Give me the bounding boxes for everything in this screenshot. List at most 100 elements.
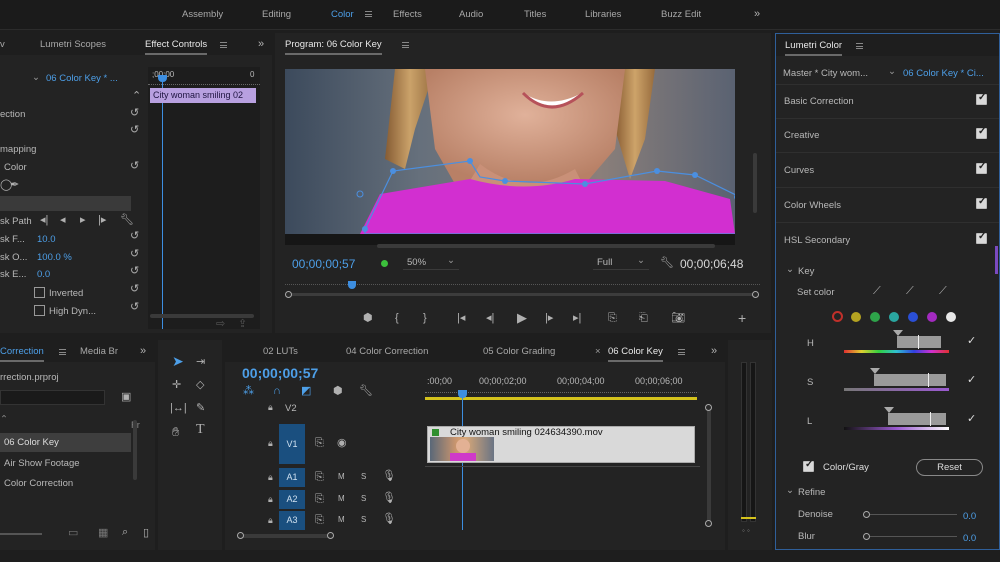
eyedropper-icon[interactable]: ⟋: [873, 286, 881, 297]
track-forward-icon[interactable]: |▸: [98, 215, 106, 226]
mini-playhead[interactable]: [162, 75, 163, 329]
work-area-bar[interactable]: [425, 397, 697, 400]
color-wheels-checkbox[interactable]: [976, 196, 987, 209]
scroll-handle[interactable]: [705, 404, 712, 411]
microphone-icon[interactable]: 🎙︎: [382, 493, 396, 504]
video-frame[interactable]: [285, 69, 735, 234]
sort-chevron[interactable]: ⌃: [0, 414, 8, 425]
mask-opacity-value[interactable]: 100.0 %: [37, 252, 72, 263]
section-color-wheels[interactable]: Color Wheels: [784, 200, 841, 211]
saturation-slider[interactable]: [844, 368, 949, 396]
reset-icon[interactable]: ⌃: [132, 91, 141, 102]
scrubber-right-handle[interactable]: [752, 291, 759, 298]
lift-icon[interactable]: ⎘: [608, 313, 617, 324]
filter-icon[interactable]: ⇨: [216, 319, 225, 330]
extract-icon[interactable]: ⎗: [639, 313, 648, 324]
eyedropper-subtract-icon[interactable]: ⟋: [939, 286, 947, 297]
ripple-edit-tool-icon[interactable]: ✛: [172, 380, 181, 391]
type-tool-icon[interactable]: T: [196, 423, 205, 437]
reset-icon[interactable]: ↺: [130, 108, 139, 119]
new-bin-icon[interactable]: ▣: [121, 392, 131, 403]
mini-timeline[interactable]: ;00;00 0 City woman smiling 02: [148, 67, 260, 329]
camera-icon[interactable]: 📷︎: [671, 313, 685, 324]
razor-tool-icon[interactable]: ◇: [196, 380, 204, 391]
source-dropdown-chevron[interactable]: ⌄: [32, 72, 40, 83]
hand-tool-icon[interactable]: ✋︎: [172, 425, 179, 438]
swatch-magenta[interactable]: [927, 312, 937, 322]
solo-button[interactable]: S: [361, 472, 366, 481]
sequence-label[interactable]: 06 Color Key * ...: [46, 73, 118, 84]
swatch-green[interactable]: [870, 312, 880, 322]
track-target-a3[interactable]: A3: [279, 511, 305, 530]
monitor-hscroll[interactable]: [377, 244, 715, 248]
mark-in-icon[interactable]: {: [395, 313, 399, 324]
add-marker-icon[interactable]: ◩: [301, 386, 311, 397]
microphone-icon[interactable]: 🎙︎: [382, 514, 396, 525]
monitor-scrubber[interactable]: [285, 277, 760, 298]
project-item[interactable]: Air Show Footage: [4, 458, 80, 469]
eyedropper-add-icon[interactable]: ⟋: [906, 286, 914, 297]
tab-sequence-06[interactable]: 06 Color Key: [608, 346, 663, 362]
mask-row-highlight[interactable]: [0, 196, 131, 211]
mark-out-icon[interactable]: }: [423, 313, 427, 324]
snap-icon[interactable]: ⁂: [243, 386, 254, 397]
tab-close-icon[interactable]: ×: [595, 346, 601, 357]
sequence-clip-label[interactable]: 06 Color Key * Ci...: [903, 68, 984, 79]
scrubber-playhead[interactable]: [348, 281, 356, 289]
tab-sequence-02[interactable]: 02 LUTs: [263, 346, 298, 357]
marker-icon[interactable]: ⬢: [333, 386, 343, 397]
track-target-a2[interactable]: A2: [279, 490, 305, 509]
hue-enable-check[interactable]: ✓: [967, 336, 976, 347]
panel-menu-icon[interactable]: [402, 42, 409, 48]
tab-project[interactable]: Correction: [0, 346, 44, 362]
mute-button[interactable]: M: [338, 472, 345, 481]
color-gray-checkbox[interactable]: [803, 459, 814, 472]
workspace-libraries[interactable]: Libraries: [585, 9, 621, 20]
project-scrollbar[interactable]: [133, 420, 137, 480]
lock-icon[interactable]: 🔒︎: [268, 472, 273, 483]
timeline-playhead-head[interactable]: [458, 390, 467, 398]
panel-menu-icon[interactable]: [678, 349, 685, 355]
hue-slider[interactable]: [844, 330, 949, 358]
wrench-icon[interactable]: 🔧︎: [120, 215, 134, 226]
selection-tool-icon[interactable]: ➤: [172, 354, 184, 368]
saturation-handle[interactable]: [870, 368, 880, 374]
list-view-icon[interactable]: ▭: [68, 528, 78, 539]
timeline-hscroll[interactable]: [239, 534, 331, 538]
swatch-yellow[interactable]: [851, 312, 861, 322]
double-chevron-right-icon[interactable]: »: [711, 346, 717, 357]
playhead-timecode[interactable]: 00;00;00;57: [292, 257, 355, 271]
mini-playhead-head[interactable]: [158, 75, 167, 82]
basic-correction-checkbox[interactable]: [976, 92, 987, 105]
wrench-icon[interactable]: 🔧︎: [359, 386, 373, 397]
reset-icon[interactable]: ↺: [130, 249, 139, 260]
section-hsl-secondary[interactable]: HSL Secondary: [784, 235, 850, 246]
blur-knob[interactable]: [863, 533, 870, 540]
wrench-icon[interactable]: 🔧︎: [660, 258, 674, 269]
project-zoom-slider[interactable]: [0, 533, 42, 535]
swatch-white[interactable]: [946, 312, 956, 322]
zoom-dropdown[interactable]: 50% ⌄: [403, 255, 459, 270]
sync-lock-icon[interactable]: ⎘: [315, 472, 324, 483]
lock-icon[interactable]: 🔒︎: [268, 402, 273, 413]
double-chevron-right-icon[interactable]: »: [140, 346, 146, 357]
double-chevron-right-icon[interactable]: »: [258, 39, 264, 50]
step-forward-icon[interactable]: |▸: [545, 313, 553, 324]
step-forward-icon[interactable]: ▸: [80, 215, 86, 226]
scroll-handle[interactable]: [327, 532, 334, 539]
pen-tool-icon[interactable]: ✎: [196, 403, 205, 414]
linked-selection-icon[interactable]: ∩: [273, 386, 281, 397]
section-curves[interactable]: Curves: [784, 165, 814, 176]
track-target-a1[interactable]: A1: [279, 468, 305, 487]
luminance-slider[interactable]: [844, 407, 949, 435]
workspace-effects[interactable]: Effects: [393, 9, 422, 20]
high-dynamic-checkbox[interactable]: [34, 305, 45, 316]
step-back-icon[interactable]: ◂|: [486, 313, 494, 324]
creative-checkbox[interactable]: [976, 126, 987, 139]
swatch-red[interactable]: [832, 311, 843, 322]
mini-clip[interactable]: City woman smiling 02: [150, 88, 256, 103]
lock-icon[interactable]: 🔒︎: [268, 494, 273, 505]
tab-media-browser[interactable]: Media Br: [80, 346, 118, 357]
lock-icon[interactable]: 🔒︎: [268, 515, 273, 526]
reset-button[interactable]: Reset: [916, 459, 983, 476]
